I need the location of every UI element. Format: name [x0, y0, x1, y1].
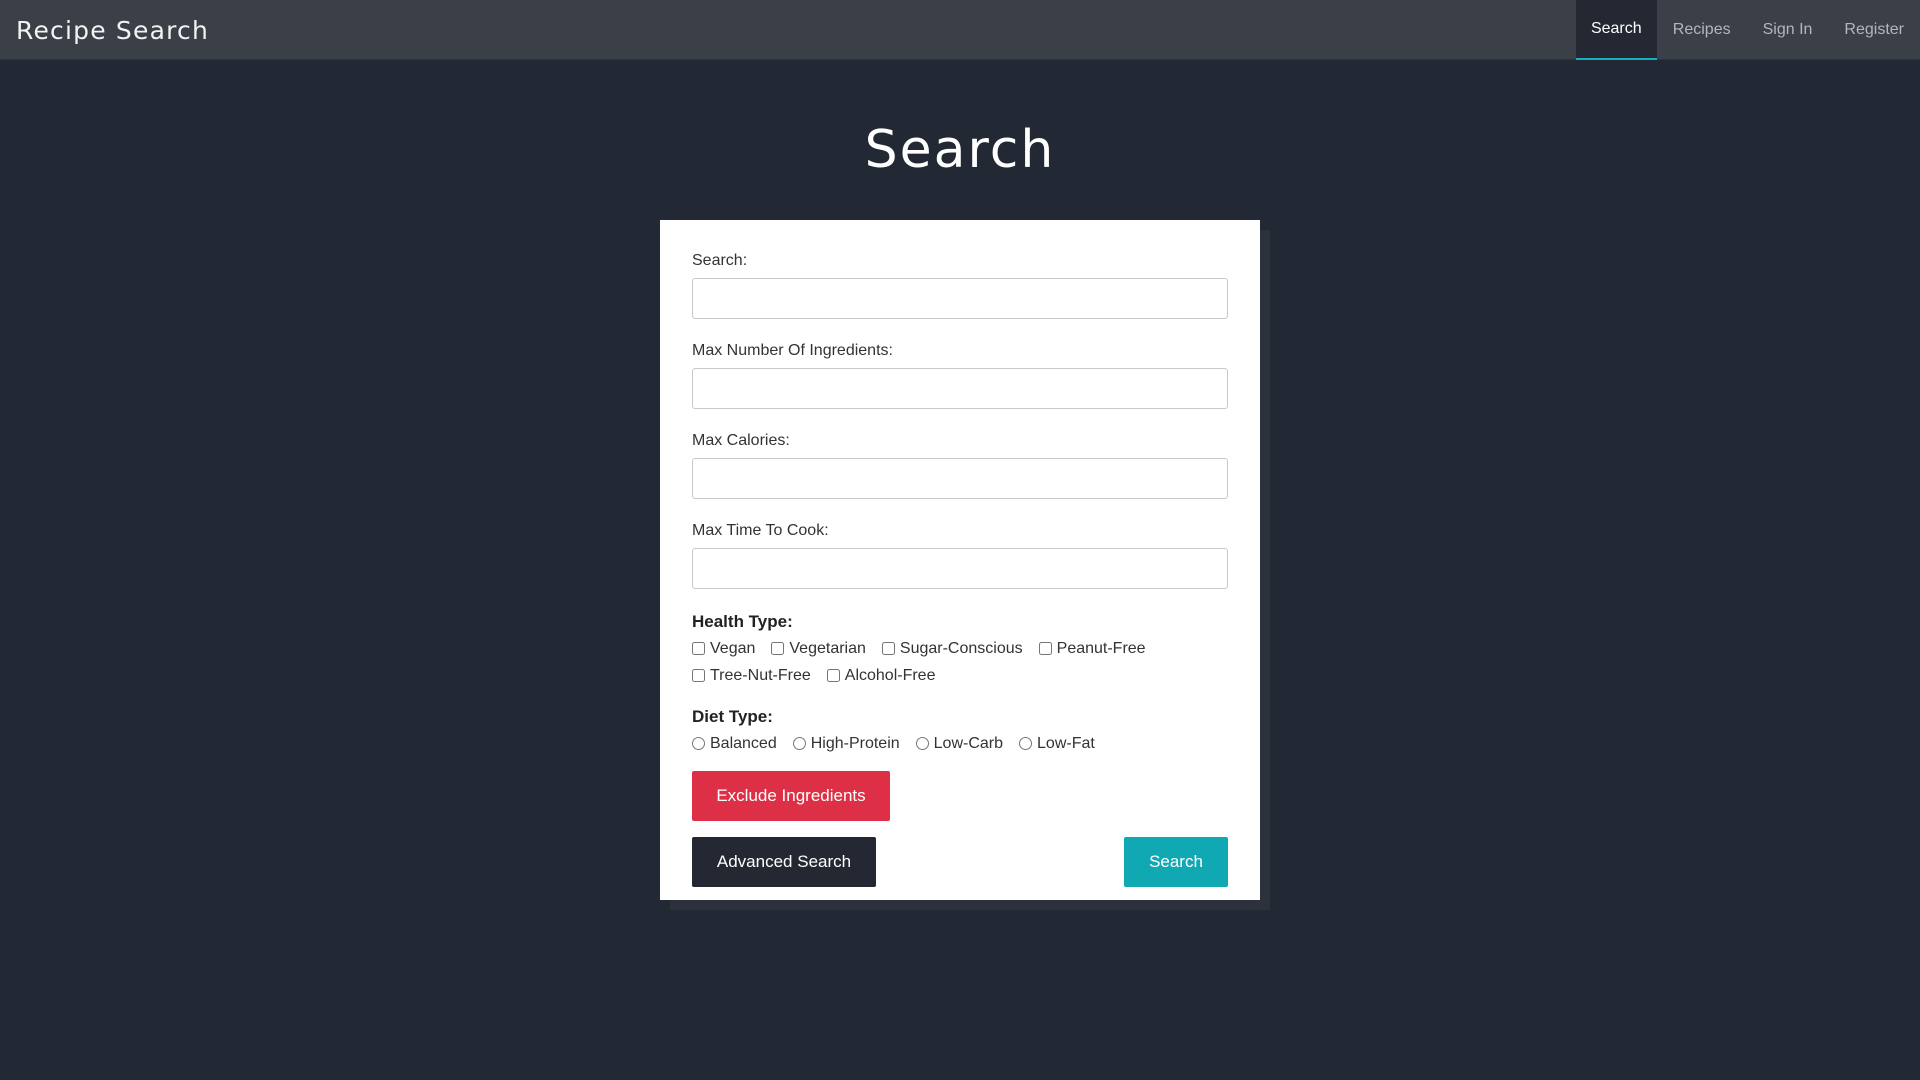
high-protein-radio[interactable]: [792, 737, 806, 750]
max-time-label: Max Time To Cook:: [692, 522, 829, 539]
nav-item-search[interactable]: Search: [1575, 0, 1657, 60]
alcohol-free-checkbox[interactable]: [826, 669, 840, 682]
nav-item-sign-in[interactable]: Sign In: [1747, 0, 1829, 60]
top-navbar: Recipe Search Search Recipes Sign In Reg…: [0, 0, 1920, 60]
low-carb-radio[interactable]: [915, 737, 929, 750]
exclude-ingredients-button[interactable]: Exclude Ingredients: [692, 771, 890, 821]
nav-menu: Search Recipes Sign In Register: [1575, 0, 1920, 60]
diet-option-high-protein[interactable]: High-Protein: [792, 734, 900, 753]
brand-title[interactable]: Recipe Search: [16, 16, 209, 45]
sugar-conscious-label: Sugar-Conscious: [899, 639, 1023, 657]
peanut-free-label: Peanut-Free: [1056, 639, 1146, 657]
vegetarian-label: Vegetarian: [789, 639, 866, 657]
max-ingredients-input[interactable]: [692, 368, 1228, 409]
max-time-field-group: Max Time To Cook:: [692, 522, 1228, 589]
advanced-search-button[interactable]: Advanced Search: [692, 837, 876, 887]
diet-type-options: Balanced High-Protein Low-Carb Low-Fat: [692, 734, 1228, 753]
max-calories-label: Max Calories:: [692, 432, 790, 449]
health-type-title: Health Type:: [692, 612, 793, 631]
alcohol-free-label: Alcohol-Free: [844, 666, 936, 684]
search-label: Search:: [692, 252, 748, 269]
page-title: Search: [864, 120, 1056, 180]
diet-option-low-carb[interactable]: Low-Carb: [915, 734, 1004, 753]
vegetarian-checkbox[interactable]: [771, 642, 785, 655]
search-field-group: Search:: [692, 252, 1228, 319]
search-form-card: Search: Max Number Of Ingredients: Max C…: [660, 220, 1260, 900]
health-option-peanut-free[interactable]: Peanut-Free: [1038, 639, 1146, 658]
high-protein-label: High-Protein: [810, 734, 900, 752]
health-option-sugar-conscious[interactable]: Sugar-Conscious: [881, 639, 1023, 658]
vegan-checkbox[interactable]: [692, 642, 705, 655]
max-ingredients-label: Max Number Of Ingredients:: [692, 342, 893, 359]
health-type-options: Vegan Vegetarian Sugar-Conscious Peanut-…: [692, 639, 1228, 685]
health-option-alcohol-free[interactable]: Alcohol-Free: [826, 666, 936, 685]
max-calories-field-group: Max Calories:: [692, 432, 1228, 499]
balanced-label: Balanced: [710, 734, 777, 752]
low-fat-label: Low-Fat: [1037, 734, 1095, 752]
sugar-conscious-checkbox[interactable]: [881, 642, 895, 655]
diet-type-title: Diet Type:: [692, 707, 773, 726]
nav-item-recipes[interactable]: Recipes: [1657, 0, 1747, 60]
max-ingredients-field-group: Max Number Of Ingredients:: [692, 342, 1228, 409]
health-option-tree-nut-free[interactable]: Tree-Nut-Free: [692, 666, 811, 685]
vegan-label: Vegan: [710, 639, 756, 657]
health-option-vegan[interactable]: Vegan: [692, 639, 755, 658]
health-option-vegetarian[interactable]: Vegetarian: [771, 639, 866, 658]
diet-option-balanced[interactable]: Balanced: [692, 734, 777, 753]
max-calories-input[interactable]: [692, 458, 1228, 499]
max-time-input[interactable]: [692, 548, 1228, 589]
search-input[interactable]: [692, 278, 1228, 319]
low-carb-label: Low-Carb: [933, 734, 1004, 752]
form-actions: Advanced Search Search: [692, 837, 1228, 887]
tree-nut-free-label: Tree-Nut-Free: [710, 666, 811, 684]
low-fat-radio[interactable]: [1019, 737, 1033, 750]
search-submit-button[interactable]: Search: [1124, 837, 1228, 887]
nav-item-register[interactable]: Register: [1828, 0, 1920, 60]
balanced-radio[interactable]: [692, 737, 705, 750]
tree-nut-free-checkbox[interactable]: [692, 669, 705, 682]
peanut-free-checkbox[interactable]: [1038, 642, 1052, 655]
diet-option-low-fat[interactable]: Low-Fat: [1019, 734, 1095, 753]
